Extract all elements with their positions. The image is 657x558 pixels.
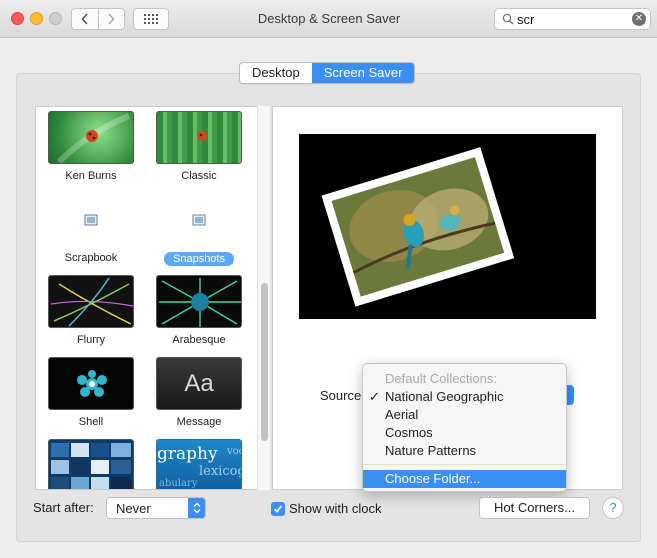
- saver-label: Message: [176, 416, 222, 428]
- saver-list-scrollbar[interactable]: [257, 106, 270, 490]
- minimize-window-button[interactable]: [30, 12, 43, 25]
- word-text: voc: [227, 446, 241, 457]
- menu-item-choose-folder[interactable]: Choose Folder...: [363, 470, 566, 488]
- source-label: Source: [320, 388, 362, 403]
- menu-item-label: Choose Folder...: [385, 471, 481, 486]
- snapshot-photo: [321, 147, 515, 307]
- saver-flurry[interactable]: Flurry: [46, 275, 136, 346]
- show-clock-label[interactable]: Show with clock: [289, 501, 381, 516]
- close-window-button[interactable]: [11, 12, 24, 25]
- help-button[interactable]: ?: [602, 497, 624, 519]
- saver-shell[interactable]: Shell: [46, 357, 136, 428]
- screen-saver-preview: [299, 134, 596, 319]
- title-bar: Desktop & Screen Saver scr ✕: [0, 0, 657, 38]
- forward-button[interactable]: [97, 9, 125, 29]
- word-text: abulary: [159, 478, 198, 489]
- search-icon: [502, 13, 514, 25]
- ken-burns-thumbnail: [48, 111, 134, 164]
- saver-label: Arabesque: [172, 334, 226, 346]
- hot-corners-button[interactable]: Hot Corners...: [479, 497, 590, 519]
- search-input[interactable]: scr: [517, 12, 534, 27]
- word-of-the-day-thumbnail: graphy voc lexicog abulary: [156, 439, 242, 489]
- start-after-value: Never: [116, 501, 151, 516]
- back-forward-group: [71, 8, 125, 30]
- ladybug-icon: [56, 113, 131, 163]
- saver-label: Classic: [181, 170, 217, 182]
- ladybug-icon: [197, 131, 207, 141]
- saver-album-artwork[interactable]: [46, 439, 136, 489]
- saver-message[interactable]: Aa Message: [154, 357, 244, 428]
- scrollbar-thumb[interactable]: [261, 283, 268, 441]
- grid-icon: [144, 14, 158, 24]
- updown-arrows-icon: [188, 498, 205, 518]
- flurry-thumbnail: [48, 275, 134, 328]
- tab-screen-saver[interactable]: Screen Saver: [311, 63, 415, 83]
- checkmark-icon: ✓: [369, 389, 380, 404]
- saver-classic[interactable]: Classic: [154, 111, 244, 182]
- saver-label: Shell: [78, 416, 104, 428]
- arabesque-thumbnail: [156, 275, 242, 328]
- chevron-right-icon: [108, 13, 115, 25]
- zoom-window-button[interactable]: [49, 12, 62, 25]
- menu-item-label: Nature Patterns: [385, 443, 477, 458]
- show-clock-checkbox[interactable]: [271, 502, 285, 516]
- search-field[interactable]: scr ✕: [494, 8, 651, 30]
- menu-item-label: Aerial: [385, 407, 419, 422]
- word-text: graphy: [157, 444, 218, 464]
- menu-separator: [363, 464, 566, 465]
- saver-arabesque[interactable]: Arabesque: [154, 275, 244, 346]
- back-button[interactable]: [72, 9, 98, 29]
- saver-ken-burns[interactable]: Ken Burns: [46, 111, 136, 182]
- source-menu: Default Collections: ✓ National Geograph…: [362, 363, 567, 492]
- scrapbook-icon: [48, 193, 134, 246]
- classic-thumbnail: [156, 111, 242, 164]
- message-thumbnail: Aa: [156, 357, 242, 410]
- clear-icon[interactable]: ✕: [632, 12, 646, 26]
- saver-scrapbook[interactable]: Scrapbook: [46, 193, 136, 264]
- start-after-label: Start after:: [33, 500, 94, 515]
- shell-thumbnail: [48, 357, 134, 410]
- saver-label: Scrapbook: [64, 252, 118, 264]
- word-text: lexicog: [199, 464, 242, 479]
- menu-item-cosmos[interactable]: Cosmos: [363, 424, 566, 442]
- snapshots-icon: [156, 193, 242, 246]
- tab-desktop[interactable]: Desktop: [240, 63, 312, 83]
- menu-item-label: Cosmos: [385, 425, 433, 440]
- checkmark-icon: [273, 505, 283, 513]
- chevron-left-icon: [81, 13, 88, 25]
- menu-item-label: National Geographic: [385, 389, 504, 404]
- show-all-button[interactable]: [133, 8, 169, 30]
- start-after-select[interactable]: Never: [106, 497, 206, 519]
- menu-section-header: Default Collections:: [385, 371, 497, 386]
- saver-label: Ken Burns: [65, 170, 117, 182]
- menu-item-national-geographic[interactable]: ✓ National Geographic: [363, 388, 566, 406]
- menu-item-nature-patterns[interactable]: Nature Patterns: [363, 442, 566, 460]
- message-glyph: Aa: [184, 369, 214, 397]
- window-title: Desktop & Screen Saver: [257, 11, 401, 26]
- screen-saver-list[interactable]: Ken Burns Classic Scrapbook Snapshots Fl…: [35, 106, 270, 490]
- saver-label: Snapshots: [164, 252, 234, 266]
- album-artwork-thumbnail: [48, 439, 134, 489]
- saver-snapshots[interactable]: Snapshots: [154, 193, 244, 266]
- menu-item-aerial[interactable]: Aerial: [363, 406, 566, 424]
- saver-word-of-the-day[interactable]: graphy voc lexicog abulary: [154, 439, 244, 489]
- saver-label: Flurry: [76, 334, 106, 346]
- tab-bar: Desktop Screen Saver: [239, 62, 416, 84]
